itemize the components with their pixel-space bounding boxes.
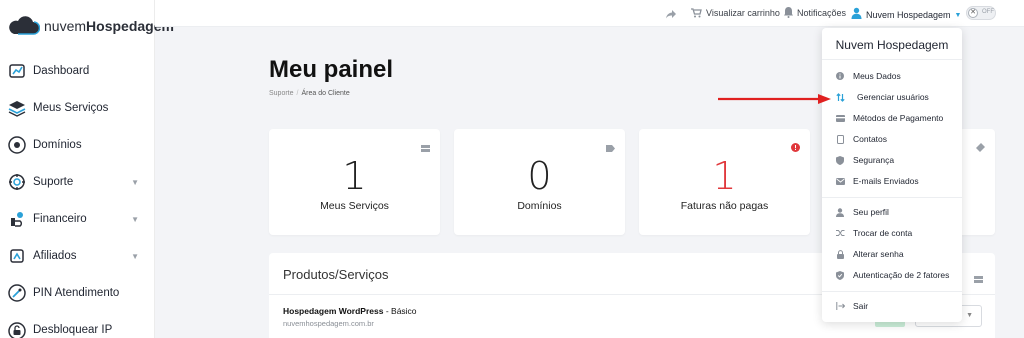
dashboard-icon: [6, 60, 27, 81]
shuffle-icon: [835, 228, 845, 238]
sort-arrows-icon: [835, 92, 845, 102]
divider: [822, 59, 962, 60]
menu-item-contatos[interactable]: Contatos: [822, 129, 962, 149]
sidebar-item-label: Meus Serviços: [33, 101, 109, 114]
product-name[interactable]: Hospedagem WordPress - Básico: [283, 306, 417, 316]
menu-item-alterar-senha[interactable]: Alterar senha: [822, 244, 962, 264]
sidebar: nuvemHospedagem Dashboard Meus Serviços …: [0, 0, 174, 338]
contacts-icon: [835, 134, 845, 144]
shield-icon: [835, 155, 845, 165]
brand-logo[interactable]: nuvemHospedagem: [6, 14, 174, 38]
sidebar-item-afiliados[interactable]: Afiliados ▼: [0, 237, 155, 274]
notifications-label: Notificações: [797, 8, 847, 18]
user-dropdown-menu: Nuvem Hospedagem Meus Dados Gerenciar us…: [822, 28, 962, 322]
notifications-link[interactable]: Notificações: [783, 6, 846, 20]
annotation-arrow-icon: [718, 94, 831, 104]
unlock-icon: [6, 319, 27, 338]
sidebar-item-label: Desbloquear IP: [33, 323, 113, 336]
page-title: Meu painel: [269, 56, 394, 83]
view-cart-label: Visualizar carrinho: [706, 8, 780, 18]
shield-check-icon: [835, 270, 845, 280]
sidebar-item-label: Financeiro: [33, 212, 87, 225]
stat-label: Meus Serviços: [320, 200, 389, 212]
lock-icon: [835, 249, 845, 259]
sidebar-item-pin-atendimento[interactable]: PIN Atendimento: [0, 274, 155, 311]
support-icon: [6, 171, 27, 192]
ticket-icon: [976, 139, 985, 157]
sidebar-item-label: Domínios: [33, 138, 82, 151]
menu-item-sair[interactable]: Sair: [822, 296, 962, 316]
caret-down-icon: ▼: [954, 11, 962, 19]
sidebar-item-label: Dashboard: [33, 64, 90, 77]
stat-value: 1: [342, 154, 367, 198]
finance-icon: [6, 208, 27, 229]
stat-label: Faturas não pagas: [680, 200, 769, 212]
topbar: Visualizar carrinho Notificações Nuvem H…: [155, 0, 1024, 27]
credit-card-icon: [835, 113, 845, 123]
sidebar-item-meus-servicos[interactable]: Meus Serviços: [0, 89, 155, 126]
affiliates-icon: [6, 245, 27, 266]
toggle-state-label: OFF: [982, 9, 994, 15]
bell-icon: [783, 6, 794, 20]
divider: [822, 291, 962, 292]
menu-item-emails-enviados[interactable]: E-mails Enviados: [822, 171, 962, 191]
toggle-knob: ✕: [968, 8, 978, 18]
dropdown-header: Nuvem Hospedagem: [835, 38, 949, 52]
sidebar-item-financeiro[interactable]: Financeiro ▼: [0, 200, 155, 237]
chevron-down-icon: ▼: [131, 252, 139, 261]
menu-item-seu-perfil[interactable]: Seu perfil: [822, 202, 962, 222]
pin-icon: [6, 282, 27, 303]
sidebar-nav: Dashboard Meus Serviços Domínios Suporte…: [0, 52, 155, 338]
view-cart-link[interactable]: Visualizar carrinho: [690, 6, 780, 20]
panel-title: Produtos/Serviços: [283, 267, 389, 282]
domain-icon: [6, 134, 27, 155]
breadcrumb-current: Área do Cliente: [301, 90, 350, 97]
stat-card-unpaid-invoices[interactable]: 1 Faturas não pagas: [639, 129, 810, 235]
user-name: Nuvem Hospedagem: [866, 10, 951, 20]
cart-icon: [690, 6, 702, 20]
stat-card-services[interactable]: 1 Meus Serviços: [269, 129, 440, 235]
chevron-down-icon: ▼: [131, 215, 139, 224]
sidebar-item-dominios[interactable]: Domínios: [0, 126, 155, 163]
stat-value: 1: [712, 154, 737, 198]
menu-item-seguranca[interactable]: Segurança: [822, 150, 962, 170]
user-icon: [851, 6, 862, 24]
menu-item-meus-dados[interactable]: Meus Dados: [822, 66, 962, 86]
info-icon: [835, 71, 845, 81]
user-icon: [835, 207, 845, 217]
sidebar-item-dashboard[interactable]: Dashboard: [0, 52, 155, 89]
breadcrumb: Suporte / Área do Cliente: [269, 90, 350, 97]
user-menu-toggle[interactable]: Nuvem Hospedagem ▼: [851, 6, 961, 24]
share-icon[interactable]: [665, 7, 677, 25]
chevron-down-icon: ▼: [131, 178, 139, 187]
layers-icon: [6, 97, 27, 118]
sidebar-item-label: Suporte: [33, 175, 74, 188]
logout-icon: [835, 301, 845, 311]
server-icon: [974, 270, 983, 288]
stat-label: Domínios: [517, 200, 562, 212]
divider: [822, 197, 962, 198]
sidebar-item-label: Afiliados: [33, 249, 77, 262]
product-domain: nuvemhospedagem.com.br: [283, 319, 374, 328]
stat-card-domains[interactable]: 0 Domínios: [454, 129, 625, 235]
theme-toggle[interactable]: ✕ OFF: [966, 6, 996, 20]
sidebar-item-desbloquear-ip[interactable]: Desbloquear IP: [0, 311, 155, 338]
mail-icon: [835, 176, 845, 186]
sidebar-item-label: PIN Atendimento: [33, 286, 120, 299]
stat-value: 0: [527, 154, 552, 198]
menu-item-metodos-pagamento[interactable]: Métodos de Pagamento: [822, 108, 962, 128]
menu-item-gerenciar-usuarios[interactable]: Gerenciar usuários: [822, 87, 962, 107]
menu-item-autenticacao-2-fatores[interactable]: Autenticação de 2 fatores: [822, 265, 962, 285]
menu-item-trocar-conta[interactable]: Trocar de conta: [822, 223, 962, 243]
breadcrumb-link[interactable]: Suporte: [269, 90, 294, 97]
cloud-logo-icon: [9, 16, 40, 35]
sidebar-item-suporte[interactable]: Suporte ▼: [0, 163, 155, 200]
chevron-down-icon: ▼: [966, 312, 973, 319]
